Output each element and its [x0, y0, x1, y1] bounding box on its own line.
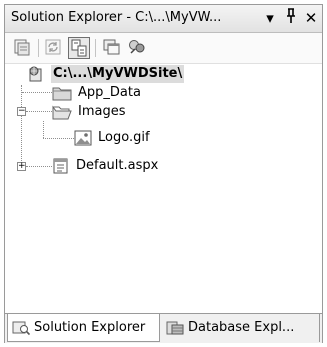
solution-tree: C:\...\MyVWDSite\ App_Data − Images Logo…	[5, 65, 322, 310]
tree-root-node[interactable]: C:\...\MyVWDSite\	[27, 65, 317, 83]
tree-item-logo-gif[interactable]: Logo.gif	[74, 129, 304, 147]
tree-connector-line	[26, 111, 52, 112]
properties-button[interactable]	[12, 37, 34, 59]
solution-explorer-panel: Solution Explorer - C:\...\MyVW... ▾ ✕ C…	[4, 4, 323, 343]
tree-connector-line	[22, 92, 52, 93]
tab-label: Solution Explorer	[34, 320, 146, 335]
tree-item-label: Logo.gif	[98, 130, 150, 145]
tree-item-app-data[interactable]: App_Data	[52, 84, 312, 102]
asp-net-configuration-button[interactable]	[127, 37, 149, 59]
image-file-icon	[74, 129, 92, 146]
toolbar	[5, 33, 322, 64]
web-form-icon	[52, 158, 70, 174]
properties-icon	[14, 39, 30, 56]
toolbar-separator	[38, 39, 39, 57]
database-explorer-icon	[166, 320, 184, 336]
folder-icon	[52, 85, 72, 101]
close-icon[interactable]: ✕	[302, 8, 320, 28]
tree-item-default-aspx[interactable]: Default.aspx	[52, 157, 312, 175]
tree-connector-line	[43, 121, 44, 138]
tree-item-label: Images	[78, 104, 126, 119]
expand-toggle[interactable]: +	[17, 162, 26, 171]
tree-item-label: App_Data	[78, 85, 141, 100]
pin-icon[interactable]	[282, 8, 300, 28]
tree-connector-line	[26, 166, 52, 167]
refresh-icon	[45, 39, 61, 55]
refresh-button[interactable]	[43, 37, 65, 59]
nest-related-files-icon	[71, 39, 87, 57]
copy-website-button[interactable]	[101, 37, 123, 59]
nest-related-files-button[interactable]	[68, 37, 90, 59]
solution-explorer-icon	[12, 320, 31, 336]
collapse-toggle[interactable]: −	[17, 107, 26, 116]
window-position-dropdown-icon[interactable]: ▾	[261, 8, 279, 28]
website-project-icon	[27, 65, 45, 82]
tab-database-explorer[interactable]: Database Expl...	[162, 314, 320, 342]
tree-root-label: C:\...\MyVWDSite\	[51, 65, 185, 83]
open-folder-icon	[52, 104, 72, 120]
tab-solution-explorer[interactable]: Solution Explorer	[7, 314, 160, 342]
tree-connector-line	[43, 138, 74, 139]
tree-item-images[interactable]: Images	[52, 103, 312, 121]
toolbar-separator	[95, 39, 96, 57]
tab-label: Database Expl...	[188, 320, 295, 335]
asp-net-configuration-icon	[129, 40, 145, 54]
tab-strip: Solution Explorer Database Expl...	[5, 313, 322, 343]
tree-connector-line	[21, 85, 22, 167]
copy-website-icon	[103, 39, 120, 55]
window-title: Solution Explorer - C:\...\MyVW...	[11, 10, 222, 25]
tree-item-label: Default.aspx	[76, 158, 159, 173]
title-bar: Solution Explorer - C:\...\MyVW... ▾ ✕	[5, 5, 322, 33]
